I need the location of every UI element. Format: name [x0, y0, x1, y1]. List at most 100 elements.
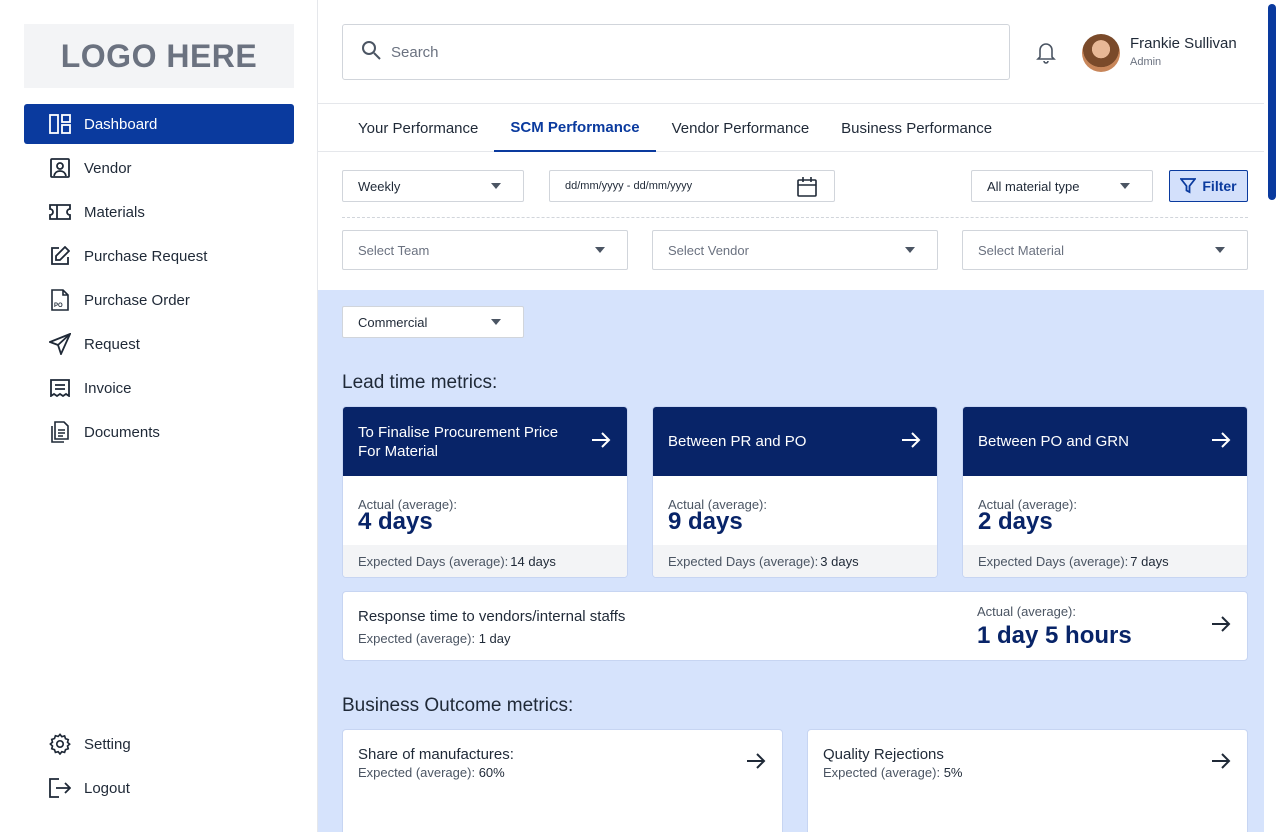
response-time-title: Response time to vendors/internal staffs [358, 608, 626, 625]
business-outcome-card-title: Quality Rejections [823, 746, 944, 763]
business-outcome-title: Business Outcome metrics: [342, 695, 574, 716]
expected-value: 14 days [510, 553, 556, 569]
sidebar-item-request[interactable]: Request [24, 324, 294, 364]
lead-time-card[interactable]: Between PO and GRN Actual (average): 2 d… [962, 406, 1248, 578]
material-select-value: Select Material [978, 242, 1064, 258]
sidebar-item-label: Invoice [84, 379, 132, 397]
sidebar-item-dashboard[interactable]: Dashboard [24, 104, 294, 144]
material-select[interactable]: Select Material [962, 230, 1248, 270]
lead-time-card-header: To Finalise Procurement Price For Materi… [343, 407, 627, 476]
documents-icon [48, 420, 72, 444]
response-time-card[interactable]: Response time to vendors/internal staffs… [342, 591, 1248, 661]
avatar[interactable] [1082, 34, 1120, 72]
expected-value: 5% [943, 765, 963, 780]
dashboard-icon [48, 112, 72, 136]
sidebar-item-documents[interactable]: Documents [24, 412, 294, 452]
divider [342, 217, 1248, 218]
sidebar-item-label: Logout [84, 779, 130, 797]
search-box[interactable] [342, 24, 1010, 80]
expected-label: Expected Days (average): [668, 553, 819, 569]
scrollbar[interactable] [1264, 0, 1280, 832]
sidebar-item-invoice[interactable]: Invoice [24, 368, 294, 408]
date-range-picker[interactable]: dd/mm/yyyy - dd/mm/yyyy [549, 170, 835, 202]
sidebar-item-logout[interactable]: Logout [24, 768, 294, 808]
arrow-right-icon[interactable] [1211, 431, 1231, 454]
sidebar-item-label: Request [84, 335, 140, 353]
lead-time-card-header: Between PO and GRN [963, 407, 1247, 476]
period-select[interactable]: Weekly [342, 170, 524, 202]
calendar-icon[interactable] [796, 176, 818, 198]
date-range-value: dd/mm/yyyy - dd/mm/yyyy [565, 180, 693, 192]
logout-icon [48, 776, 72, 800]
sidebar-item-label: Dashboard [84, 115, 158, 133]
chevron-down-icon [491, 319, 501, 325]
sidebar-item-purchase-request[interactable]: Purchase Request [24, 236, 294, 276]
expected-value: 3 days [820, 553, 859, 569]
lead-time-card-title: To Finalise Procurement Price For Materi… [358, 423, 559, 460]
arrow-right-icon[interactable] [591, 431, 611, 454]
search-icon [361, 40, 381, 65]
lead-time-card[interactable]: To Finalise Procurement Price For Materi… [342, 406, 628, 578]
send-icon [48, 332, 72, 356]
material-type-value: All material type [987, 178, 1080, 194]
chevron-down-icon [595, 247, 605, 253]
tab-vendor-performance[interactable]: Vendor Performance [656, 104, 826, 152]
sidebar-item-materials[interactable]: Materials [24, 192, 294, 232]
logo: LOGO HERE [24, 24, 294, 88]
filter-button-label: Filter [1202, 178, 1237, 194]
search-input[interactable] [391, 43, 951, 61]
vendor-icon [48, 156, 72, 180]
chevron-down-icon [1215, 247, 1225, 253]
business-outcome-card[interactable]: Share of manufactures: Expected (average… [342, 729, 783, 832]
filter-button[interactable]: Filter [1169, 170, 1248, 202]
chevron-down-icon [491, 183, 501, 189]
lead-time-card[interactable]: Between PR and PO Actual (average): 9 da… [652, 406, 938, 578]
expected-row: Expected (average): 1 day [358, 631, 511, 646]
segment-select-value: Commercial [358, 314, 428, 330]
sidebar-nav: Dashboard Vendor Materials Purchase Requ… [24, 104, 294, 456]
arrow-right-icon[interactable] [901, 431, 921, 454]
arrow-right-icon[interactable] [746, 752, 766, 775]
scrollbar-thumb[interactable] [1268, 4, 1276, 200]
filter-icon [1180, 178, 1197, 194]
tab-your-performance[interactable]: Your Performance [342, 104, 494, 152]
user-role: Admin [1130, 56, 1162, 68]
business-outcome-card[interactable]: Quality Rejections Expected (average): 5… [807, 729, 1248, 832]
sidebar-item-label: Documents [84, 423, 160, 441]
expected-value: 60% [478, 765, 505, 780]
sidebar-item-label: Setting [84, 735, 131, 753]
sidebar-item-setting[interactable]: Setting [24, 724, 294, 764]
team-select-value: Select Team [358, 242, 430, 258]
arrow-right-icon[interactable] [1211, 752, 1231, 775]
gear-icon [48, 732, 72, 756]
expected-row: Expected (average): 5% [823, 765, 963, 780]
performance-tabs: Your Performance SCM Performance Vendor … [318, 104, 1264, 152]
sidebar-item-vendor[interactable]: Vendor [24, 148, 294, 188]
invoice-icon [48, 376, 72, 400]
lead-time-card-title: Between PR and PO [668, 433, 807, 450]
user-name: Frankie Sullivan [1130, 35, 1237, 52]
business-outcome-card-title: Share of manufactures: [358, 746, 514, 763]
sidebar-item-purchase-order[interactable]: PO Purchase Order [24, 280, 294, 320]
sidebar: LOGO HERE Dashboard Vendor Materials Pur… [0, 0, 318, 832]
actual-value: 9 days [668, 508, 743, 535]
actual-value: 2 days [978, 508, 1053, 535]
sidebar-item-label: Materials [84, 203, 145, 221]
arrow-right-icon[interactable] [1211, 615, 1231, 638]
expected-label: Expected (average): [358, 765, 476, 780]
bell-icon[interactable] [1034, 40, 1058, 64]
svg-text:PO: PO [54, 303, 63, 309]
segment-select[interactable]: Commercial [342, 306, 524, 338]
po-document-icon: PO [48, 288, 72, 312]
vendor-select[interactable]: Select Vendor [652, 230, 938, 270]
team-select[interactable]: Select Team [342, 230, 628, 270]
actual-value: 1 day 5 hours [977, 622, 1132, 649]
period-select-value: Weekly [358, 178, 401, 194]
tab-business-performance[interactable]: Business Performance [825, 104, 1008, 152]
lead-time-card-header: Between PR and PO [653, 407, 937, 476]
material-type-select[interactable]: All material type [971, 170, 1153, 202]
chevron-down-icon [1120, 183, 1130, 189]
lead-time-card-title: Between PO and GRN [978, 433, 1129, 450]
tab-scm-performance[interactable]: SCM Performance [494, 104, 656, 152]
sidebar-bottom: Setting Logout [24, 724, 294, 812]
